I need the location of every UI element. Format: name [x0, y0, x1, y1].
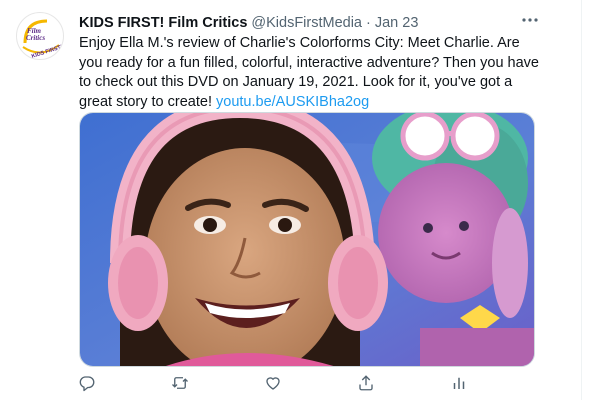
retweet-button[interactable] — [163, 374, 197, 400]
timestamp[interactable]: Jan 23 — [375, 15, 419, 31]
like-button[interactable] — [256, 374, 290, 400]
tweet-header: KIDS FIRST! Film Critics @KidsFirstMedia… — [79, 13, 418, 33]
tweet-media-image[interactable] — [79, 112, 535, 367]
analytics-button[interactable] — [442, 374, 476, 400]
kids-first-logo: Film Critics KIDS FIRST! — [22, 19, 64, 60]
like-icon — [266, 377, 280, 390]
author-name[interactable]: KIDS FIRST! Film Critics — [79, 15, 247, 31]
tweet-text: Enjoy Ella M.'s review of Charlie's Colo… — [79, 34, 539, 112]
analytics-icon — [453, 377, 465, 389]
svg-text:KIDS FIRST!: KIDS FIRST! — [31, 44, 64, 60]
reply-icon — [79, 376, 95, 392]
separator-dot: · — [366, 15, 371, 31]
more-horizontal-icon — [522, 18, 538, 22]
reply-button[interactable] — [70, 374, 104, 400]
retweet-icon — [172, 377, 188, 389]
share-icon — [359, 375, 373, 391]
video-thumbnail — [80, 113, 534, 366]
tweet-link[interactable]: youtu.be/AUSKIBha2og — [216, 94, 369, 110]
tweet-actions — [70, 374, 530, 400]
more-options-button[interactable] — [520, 12, 540, 28]
author-handle[interactable]: @KidsFirstMedia — [251, 15, 362, 31]
avatar[interactable]: Film Critics KIDS FIRST! — [16, 12, 64, 60]
svg-text:Critics: Critics — [26, 34, 45, 42]
share-button[interactable] — [349, 374, 383, 400]
tweet-card[interactable]: Film Critics KIDS FIRST! KIDS FIRST! Fil… — [0, 0, 589, 400]
divider — [581, 0, 582, 400]
